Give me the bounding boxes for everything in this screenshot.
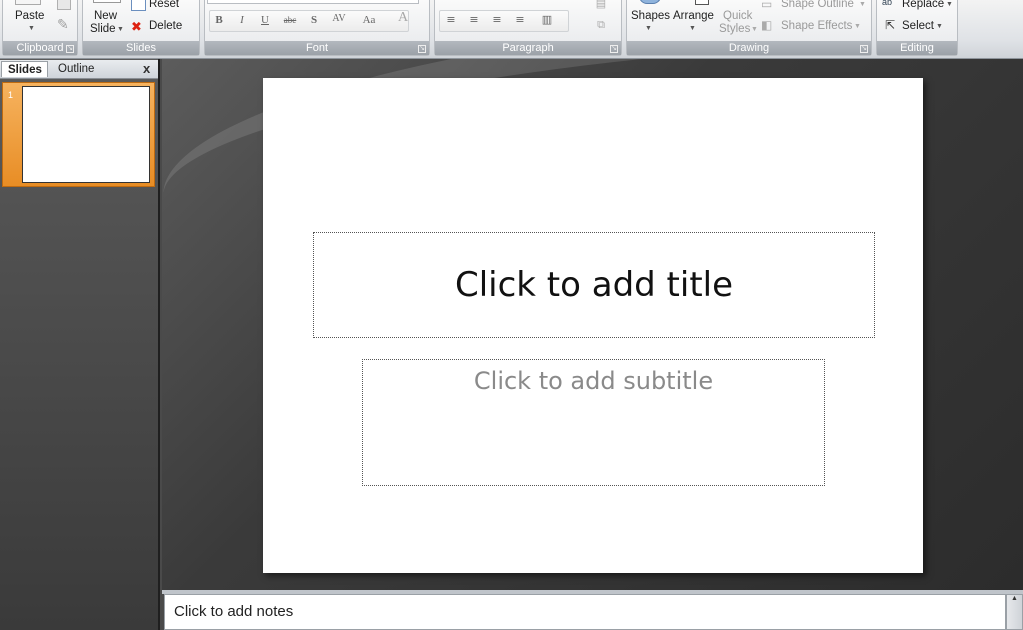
- columns-icon[interactable]: ▥: [539, 13, 555, 27]
- shapes-icon: [639, 0, 661, 4]
- align-right-icon[interactable]: ≡: [489, 13, 505, 27]
- font-launcher-icon[interactable]: ↘: [418, 45, 426, 53]
- font-color-button[interactable]: A: [395, 11, 411, 25]
- new-slide-label-2[interactable]: Slide: [90, 23, 116, 35]
- tab-outline[interactable]: Outline: [52, 61, 110, 77]
- justify-icon[interactable]: ≡: [512, 13, 528, 27]
- pane-tab-bar: Slides Outline: [0, 60, 158, 79]
- paste-icon: [15, 0, 41, 5]
- bold-button[interactable]: B: [211, 13, 227, 27]
- paragraph-group: ≡ ≡ ≡ ≡ ▥ ▤ ⧉ Paragraph ↘: [434, 0, 622, 56]
- select-cursor-icon: ⇱: [885, 18, 896, 32]
- italic-button[interactable]: I: [234, 13, 250, 27]
- select-dropdown-icon[interactable]: ▼: [936, 23, 943, 30]
- slide-thumbnail-number: 1: [8, 90, 14, 100]
- replace-icon: ab: [882, 0, 893, 7]
- strikethrough-button[interactable]: abc: [280, 13, 300, 27]
- change-case-button[interactable]: Aa: [359, 13, 379, 27]
- format-painter-icon[interactable]: ✎: [57, 16, 69, 33]
- quick-styles-dropdown-icon[interactable]: ▼: [751, 26, 758, 33]
- replace-dropdown-icon[interactable]: ▼: [946, 1, 953, 8]
- shape-effects-button[interactable]: Shape Effects: [781, 20, 852, 32]
- character-spacing-button[interactable]: AV: [329, 12, 349, 26]
- reset-icon: [131, 0, 146, 11]
- new-slide-button[interactable]: New: [94, 10, 117, 22]
- align-center-icon[interactable]: ≡: [466, 13, 482, 27]
- shape-outline-button[interactable]: Shape Outline: [781, 0, 854, 10]
- clipboard-launcher-icon[interactable]: ↘: [66, 45, 74, 53]
- shape-effects-icon: ◧: [761, 18, 773, 32]
- clipboard-group: Paste ▼ ✎ Clipboard ↘: [2, 0, 78, 56]
- title-placeholder[interactable]: Click to add title: [313, 232, 875, 338]
- align-left-icon[interactable]: ≡: [443, 13, 459, 27]
- notes-scrollbar[interactable]: ▲: [1006, 594, 1023, 630]
- shapes-dropdown-icon[interactable]: ▼: [645, 25, 652, 32]
- drawing-group: Shapes ▼ Arrange ▼ Quick Styles ▼ ▭ Shap…: [626, 0, 872, 56]
- arrange-icon: [695, 0, 709, 5]
- copy-icon[interactable]: [57, 0, 71, 10]
- close-pane-icon[interactable]: x: [143, 61, 150, 76]
- delete-button[interactable]: Delete: [149, 20, 182, 32]
- scroll-up-icon[interactable]: ▲: [1011, 595, 1018, 602]
- select-button[interactable]: Select: [902, 20, 934, 32]
- smartart-icon[interactable]: ⧉: [593, 18, 609, 32]
- reset-button[interactable]: Reset: [149, 0, 179, 10]
- shape-effects-dropdown-icon[interactable]: ▼: [854, 23, 861, 30]
- replace-button[interactable]: Replace: [902, 0, 944, 10]
- paragraph-group-label: Paragraph: [435, 41, 621, 55]
- shape-outline-dropdown-icon[interactable]: ▼: [859, 1, 866, 8]
- ribbon: Paste ▼ ✎ Clipboard ↘ New Slide ▼ Reset …: [0, 0, 1023, 59]
- editing-group-label: Editing: [877, 41, 957, 55]
- underline-button[interactable]: U: [257, 13, 273, 27]
- slides-group: New Slide ▼ Reset ✖ Delete Slides: [82, 0, 200, 56]
- shapes-button[interactable]: Shapes: [631, 10, 670, 22]
- slides-group-label: Slides: [83, 41, 199, 55]
- font-group-label: Font: [205, 41, 429, 55]
- font-group: B I U abc S AV Aa A Font ↘: [204, 0, 430, 56]
- delete-icon: ✖: [131, 19, 142, 34]
- arrange-button[interactable]: Arrange: [673, 10, 714, 22]
- quick-styles-label-2[interactable]: Styles: [719, 23, 750, 35]
- drawing-launcher-icon[interactable]: ↘: [860, 45, 868, 53]
- paragraph-launcher-icon[interactable]: ↘: [610, 45, 618, 53]
- text-direction-icon[interactable]: ▤: [593, 0, 609, 11]
- editing-group: ab Replace ▼ ⇱ Select ▼ Editing: [876, 0, 958, 56]
- paste-button[interactable]: Paste: [15, 10, 44, 22]
- text-shadow-button[interactable]: S: [306, 13, 322, 27]
- new-slide-dropdown-icon[interactable]: ▼: [117, 26, 124, 33]
- tab-slides[interactable]: Slides: [1, 61, 48, 77]
- font-name-box[interactable]: [207, 0, 419, 4]
- slide-thumbnail[interactable]: [22, 86, 150, 183]
- subtitle-placeholder[interactable]: Click to add subtitle: [362, 359, 825, 486]
- arrange-dropdown-icon[interactable]: ▼: [689, 25, 696, 32]
- quick-styles-button[interactable]: Quick: [723, 10, 752, 22]
- notes-placeholder[interactable]: Click to add notes: [174, 603, 293, 620]
- drawing-group-label: Drawing: [627, 41, 871, 55]
- paste-dropdown-icon[interactable]: ▼: [28, 25, 35, 32]
- new-slide-icon: [93, 0, 121, 3]
- shape-outline-icon: ▭: [761, 0, 773, 11]
